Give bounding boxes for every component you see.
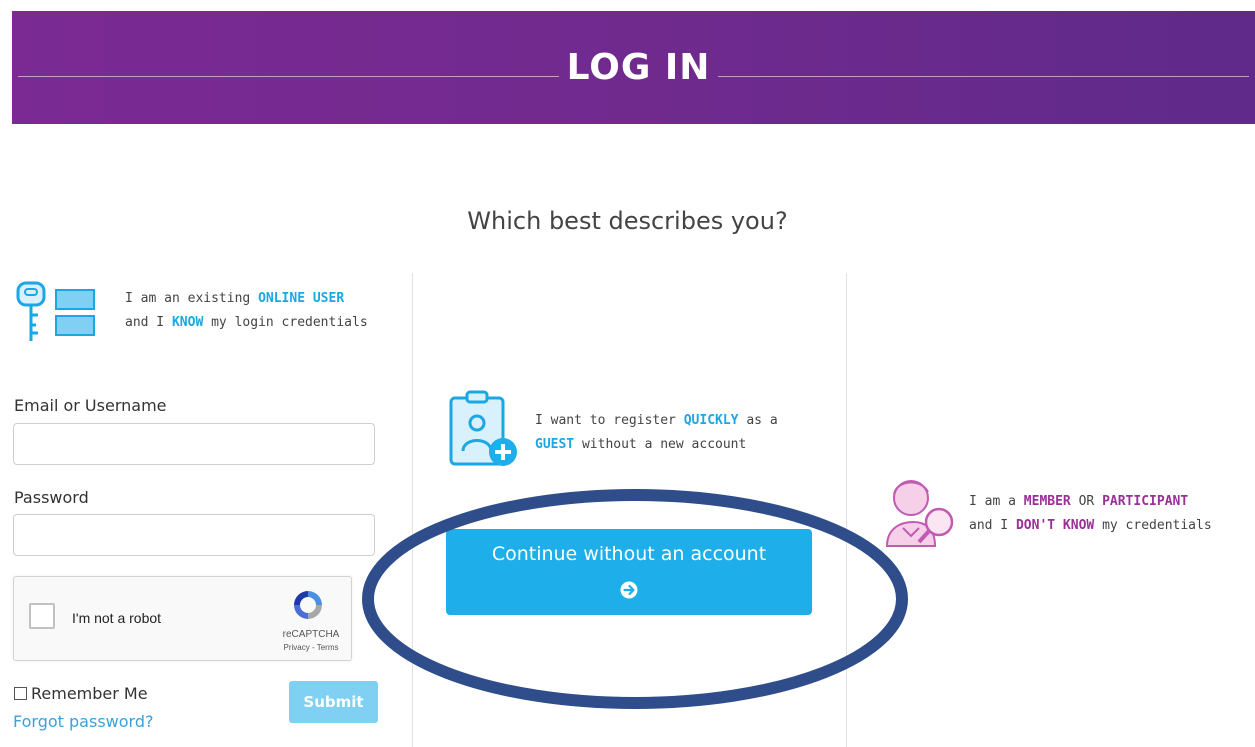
- existing-line2-suffix: my login credentials: [203, 315, 368, 330]
- forgot-password-link[interactable]: Forgot password?: [13, 712, 153, 731]
- know-highlight: KNOW: [171, 315, 204, 330]
- guest-line2-suffix: without a new account: [574, 437, 747, 452]
- dont-know-highlight: DON'T KNOW: [1015, 518, 1095, 533]
- email-field[interactable]: [13, 423, 375, 465]
- existing-line1-prefix: I am an existing: [125, 291, 259, 306]
- guest-description: I want to register QUICKLY as a GUEST wi…: [535, 409, 795, 457]
- remember-me-label: Remember Me: [31, 684, 148, 703]
- member-highlight: MEMBER: [1023, 494, 1071, 509]
- key-icon: [16, 281, 95, 341]
- member-description: I am a MEMBER OR PARTICIPANT and I DON'T…: [969, 490, 1249, 538]
- user-search-icon: [885, 480, 954, 547]
- recaptcha-label: I'm not a robot: [72, 610, 162, 626]
- member-line1-prefix: I am a: [969, 494, 1024, 509]
- recaptcha-brand: reCAPTCHA: [282, 629, 340, 640]
- clipboard-add-user-icon: [449, 390, 517, 466]
- existing-line2-prefix: and I: [125, 315, 172, 330]
- column-divider-right: [846, 273, 847, 747]
- guest-line1-suffix: as a: [738, 413, 778, 428]
- continue-without-account-button[interactable]: Continue without an account: [446, 529, 812, 615]
- password-label: Password: [14, 488, 89, 507]
- online-user-highlight: ONLINE USER: [258, 291, 345, 306]
- email-label: Email or Username: [14, 396, 167, 415]
- arrow-right-circle-icon: [620, 581, 638, 599]
- recaptcha-logo-icon: [294, 591, 322, 619]
- member-line1-mid: OR: [1070, 494, 1103, 509]
- remember-me-box[interactable]: [14, 687, 27, 700]
- participant-highlight: PARTICIPANT: [1102, 494, 1189, 509]
- member-line2-prefix: and I: [969, 518, 1016, 533]
- header-banner: LOG IN: [12, 11, 1255, 124]
- continue-button-label: Continue without an account: [491, 543, 767, 565]
- recaptcha-widget: I'm not a robot reCAPTCHA Privacy - Term…: [13, 576, 352, 661]
- quickly-highlight: QUICKLY: [683, 413, 739, 428]
- existing-user-description: I am an existing ONLINE USER and I KNOW …: [125, 287, 395, 335]
- guest-highlight: GUEST: [535, 437, 575, 452]
- banner-rule-left: [18, 76, 559, 77]
- recaptcha-links[interactable]: Privacy - Terms: [271, 643, 351, 652]
- member-line2-suffix: my credentials: [1094, 518, 1212, 533]
- remember-me-checkbox[interactable]: Remember Me: [14, 684, 148, 703]
- question-heading: Which best describes you?: [467, 207, 788, 235]
- recaptcha-checkbox[interactable]: [29, 603, 55, 629]
- password-field[interactable]: [13, 514, 375, 556]
- page-title: LOG IN: [566, 47, 711, 88]
- submit-button[interactable]: Submit: [289, 681, 378, 723]
- banner-rule-right: [718, 76, 1249, 77]
- column-divider-left: [412, 273, 413, 747]
- guest-line1-prefix: I want to register: [535, 413, 684, 428]
